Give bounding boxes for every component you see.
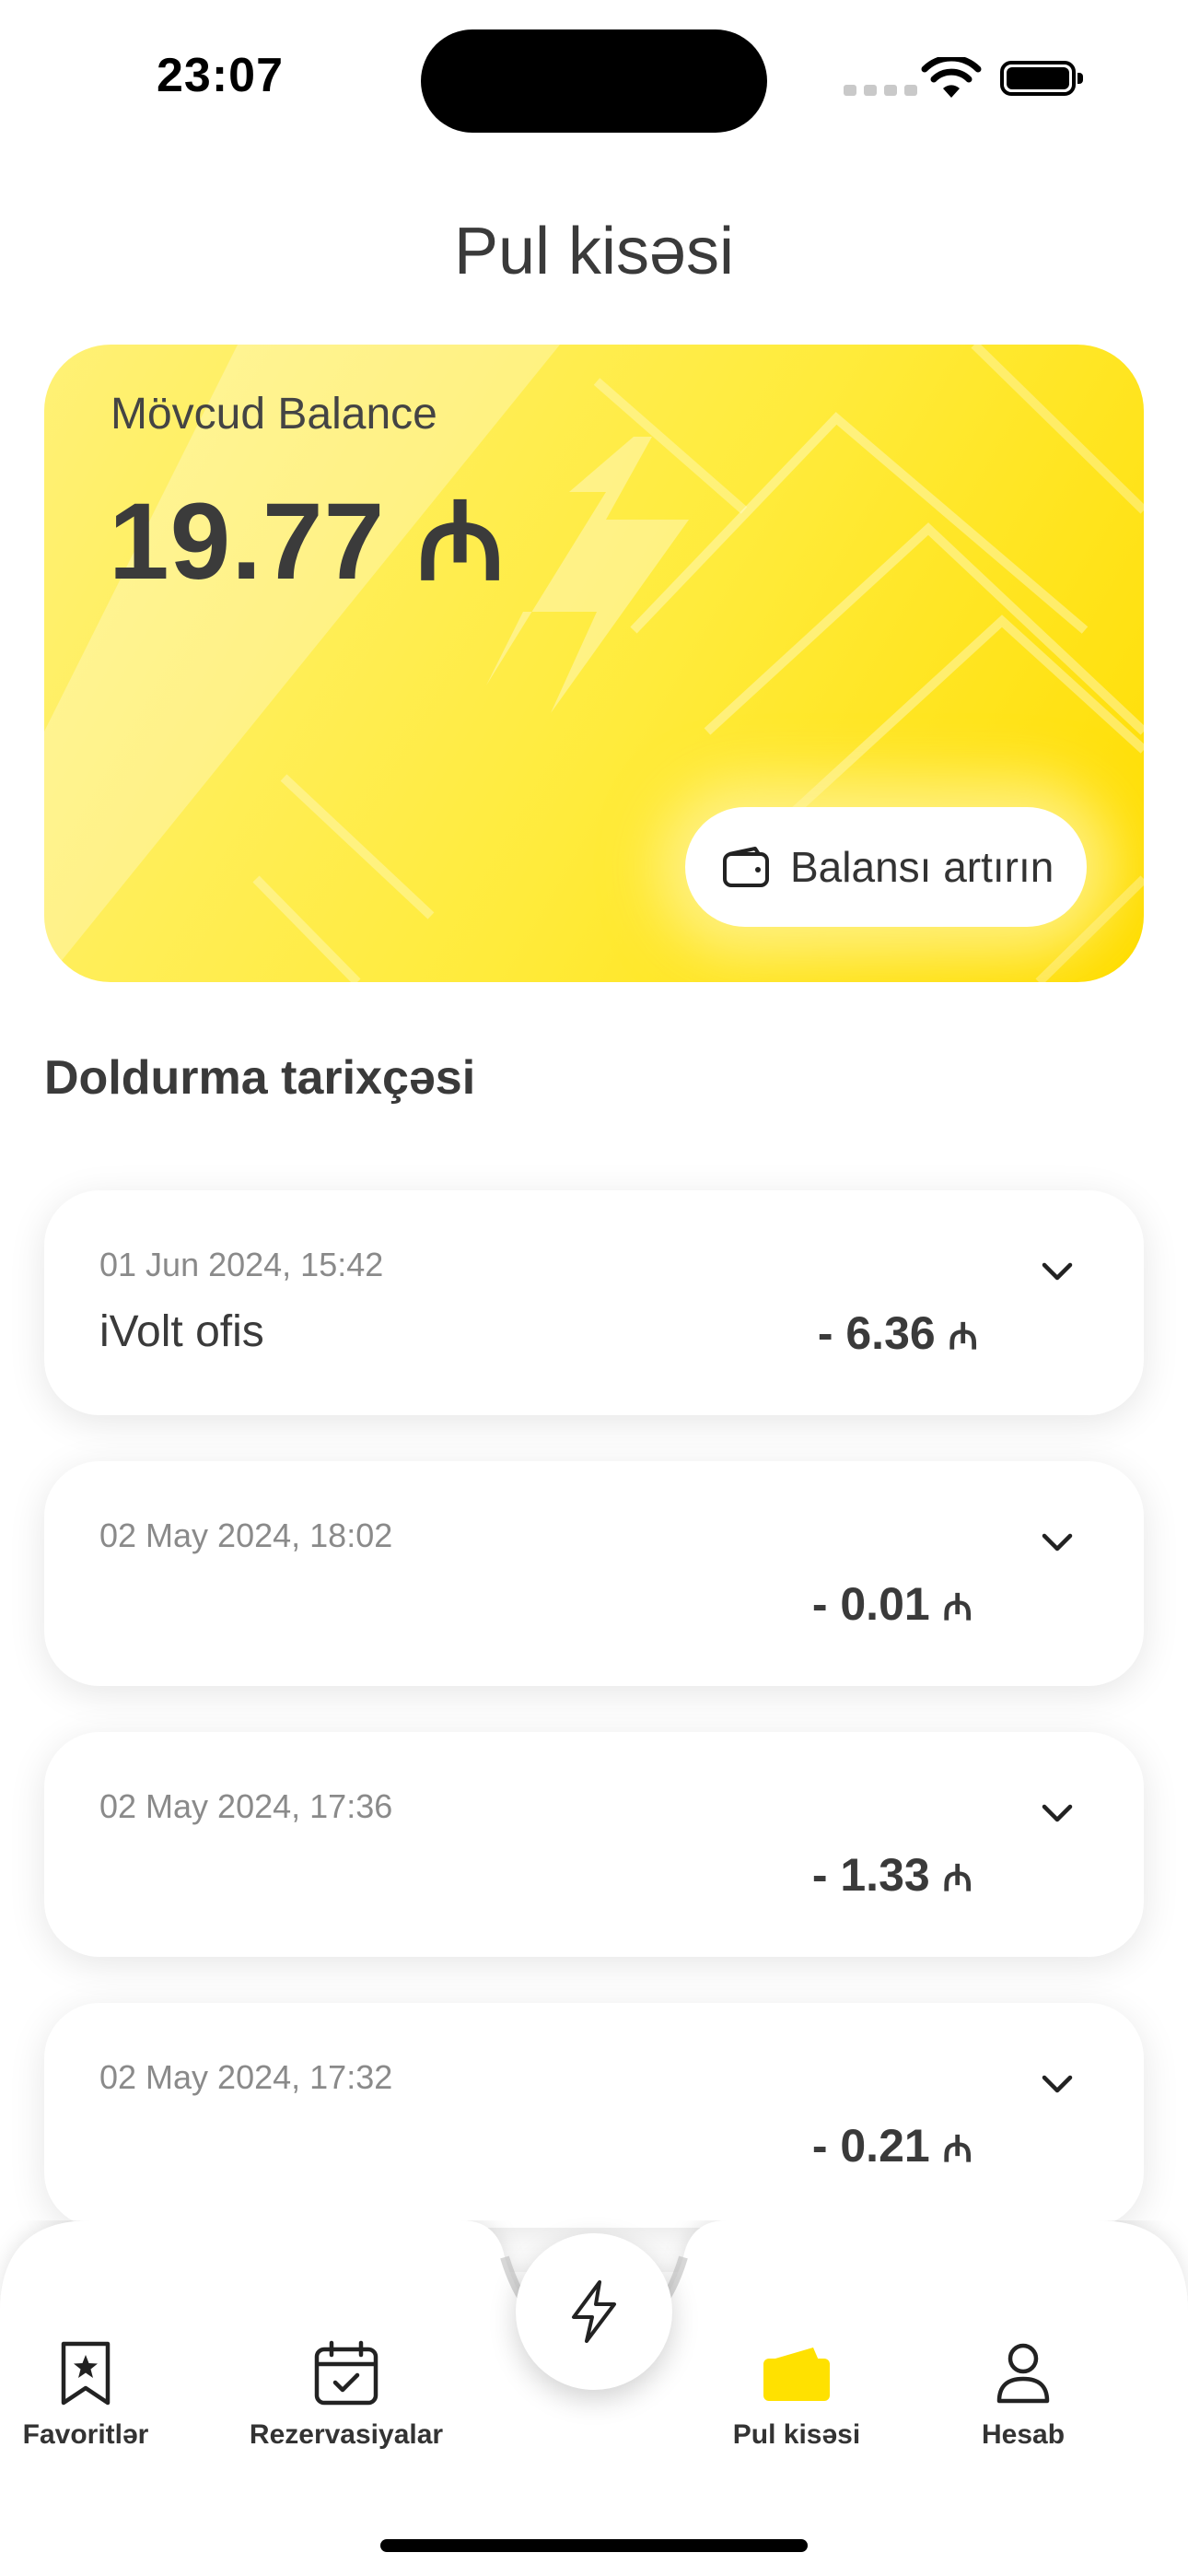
history-item[interactable]: 02 May 2024, 18:02 - 0.01 ₼	[44, 1461, 1144, 1686]
history-title: Doldurma tarixçəsi	[44, 1051, 476, 1105]
history-item-amount: - 1.33 ₼	[812, 1848, 973, 1902]
nav-favorites[interactable]: Favoritlər	[17, 2340, 155, 2451]
history-item-date: 02 May 2024, 17:32	[99, 2058, 393, 2096]
chevron-down-icon[interactable]	[1039, 2066, 1076, 2102]
page-title: Pul kisəsi	[453, 215, 735, 288]
nav-account[interactable]: Hesab	[954, 2340, 1092, 2451]
nav-account-label: Hesab	[981, 2419, 1066, 2450]
lightning-icon	[572, 2280, 616, 2343]
wallet-icon	[723, 847, 769, 887]
nav-reservations[interactable]: Rezervasiyalar	[245, 2340, 448, 2451]
chevron-down-icon[interactable]	[1039, 1795, 1076, 1832]
status-time: 23:07	[157, 49, 284, 102]
nav-wallet-label: Pul kisəsi	[732, 2419, 861, 2450]
history-item[interactable]: 02 May 2024, 17:32 - 0.21 ₼	[44, 2003, 1144, 2228]
history-item-station: iVolt ofis	[99, 1307, 264, 1356]
home-indicator	[380, 2539, 808, 2552]
history-item-date: 01 Jun 2024, 15:42	[99, 1246, 384, 1283]
history-item-amount: - 0.21 ₼	[812, 2119, 973, 2172]
calendar-check-icon	[314, 2340, 379, 2406]
amount-value: - 1.33	[811, 1849, 930, 1901]
chevron-down-icon[interactable]	[1039, 1253, 1076, 1290]
user-icon	[996, 2343, 1050, 2404]
balance-label: Mövcud Balance	[111, 390, 437, 439]
wifi-icon	[921, 57, 982, 98]
nav-wallet[interactable]: Pul kisəsi	[728, 2340, 866, 2451]
dynamic-island	[421, 29, 767, 133]
balance-card: Mövcud Balance 19.77 ₼ Balansı artırın	[44, 345, 1144, 982]
nav-favorites-label: Favoritlər	[22, 2419, 149, 2450]
history-item-date: 02 May 2024, 18:02	[99, 1516, 393, 1554]
history-item-date: 02 May 2024, 17:36	[99, 1787, 393, 1825]
top-up-balance-label: Balansı artırın	[790, 843, 1054, 891]
history-item[interactable]: 01 Jun 2024, 15:42 iVolt ofis - 6.36 ₼	[44, 1190, 1144, 1415]
currency-symbol: ₼	[942, 1858, 973, 1899]
balance-amount: 19.77 ₼	[109, 481, 506, 603]
bookmark-star-icon	[61, 2341, 111, 2406]
amount-value: - 6.36	[817, 1307, 936, 1359]
amount-value: - 0.21	[811, 2120, 930, 2172]
cellular-signal-icon	[844, 85, 917, 96]
currency-symbol: ₼	[942, 2129, 973, 2170]
nav-reservations-label: Rezervasiyalar	[249, 2419, 444, 2450]
history-item[interactable]: 02 May 2024, 17:36 - 1.33 ₼	[44, 1732, 1144, 1957]
currency-symbol: ₼	[948, 1317, 978, 1357]
currency-symbol: ₼	[942, 1587, 973, 1628]
chevron-down-icon[interactable]	[1039, 1524, 1076, 1561]
top-up-balance-button[interactable]: Balansı artırın	[685, 807, 1087, 927]
amount-value: - 0.01	[811, 1578, 930, 1630]
history-item-amount: - 0.01 ₼	[812, 1577, 973, 1631]
charge-button[interactable]	[516, 2233, 672, 2390]
wallet-active-icon	[763, 2348, 830, 2401]
history-item-amount: - 6.36 ₼	[818, 1306, 978, 1360]
battery-icon	[1000, 61, 1083, 96]
